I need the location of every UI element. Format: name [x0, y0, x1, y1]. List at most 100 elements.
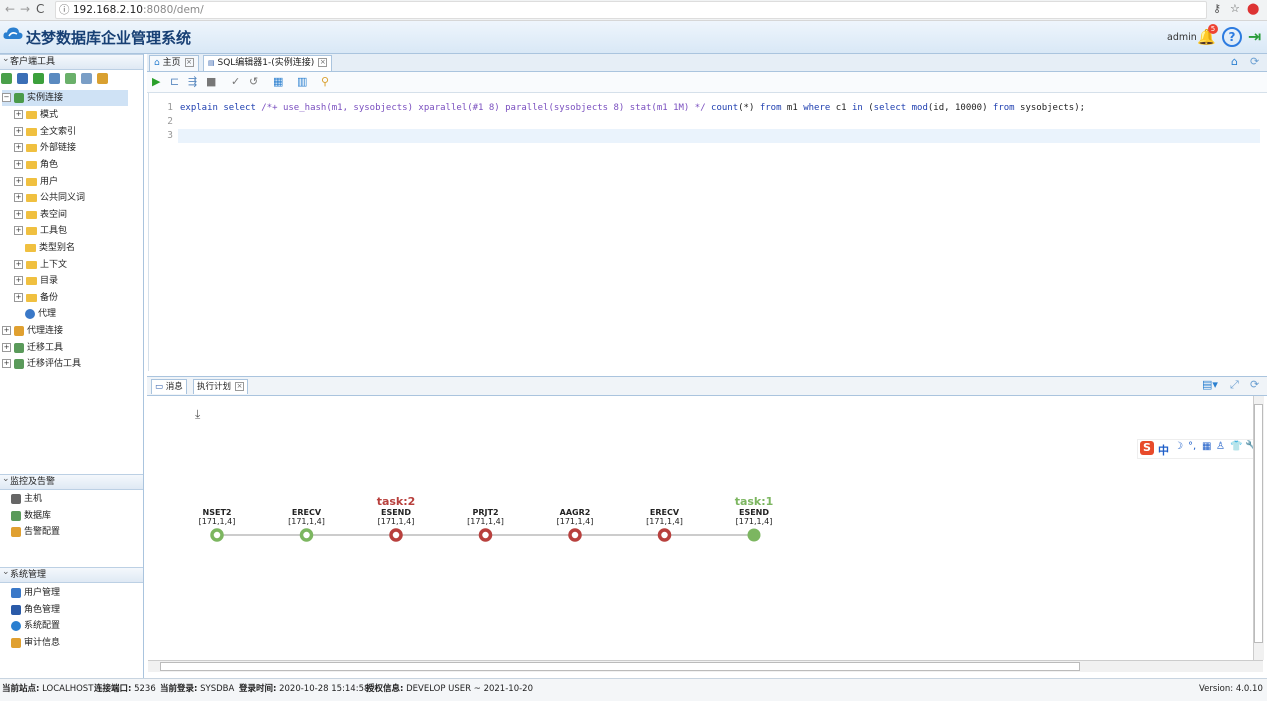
- refresh-icon[interactable]: [97, 73, 108, 84]
- tree-item-synonym[interactable]: + 公共同义词: [14, 190, 85, 206]
- ime-mode[interactable]: 中: [1158, 442, 1169, 458]
- back-icon[interactable]: ←: [5, 2, 15, 16]
- tree-item-package[interactable]: + 工具包: [14, 223, 67, 239]
- plan-node-erecv[interactable]: ERECV [171,1,4]: [277, 509, 337, 527]
- system-header[interactable]: 系统管理: [0, 565, 143, 583]
- refresh-icon[interactable]: ⟳: [1250, 55, 1259, 68]
- search-object-icon[interactable]: ⚲: [321, 75, 329, 89]
- forward-icon[interactable]: →: [20, 2, 30, 16]
- expand-icon[interactable]: +: [14, 110, 23, 119]
- tree-item-agent-connection[interactable]: + 代理连接: [2, 323, 63, 339]
- tab-home[interactable]: ⌂ 主页 ×: [149, 55, 199, 71]
- expand-icon[interactable]: +: [2, 326, 11, 335]
- expand-icon[interactable]: +: [14, 160, 23, 169]
- tree-item-directory[interactable]: + 目录: [14, 273, 58, 289]
- plan-node-marker[interactable]: [210, 528, 224, 542]
- tree-item-migration-eval[interactable]: + 迁移评估工具: [2, 356, 81, 372]
- refresh-icon[interactable]: ⟳: [1250, 378, 1259, 391]
- db-icon[interactable]: [49, 73, 60, 84]
- tree-item-type-alias[interactable]: 类型别名: [25, 240, 75, 256]
- format-icon[interactable]: ▦: [273, 75, 283, 89]
- close-icon[interactable]: ×: [235, 382, 245, 391]
- monitor-item-host[interactable]: 主机: [11, 491, 42, 507]
- expand-icon[interactable]: +: [14, 143, 23, 152]
- info-icon[interactable]: ⓘ: [59, 2, 70, 18]
- tree-item-backup[interactable]: + 备份: [14, 290, 58, 306]
- plan-node-marker[interactable]: [568, 528, 582, 542]
- plan-node-esend[interactable]: ESEND [171,1,4]: [366, 509, 426, 527]
- collapse-icon[interactable]: −: [2, 93, 11, 102]
- expand-icon[interactable]: +: [14, 226, 23, 235]
- expand-icon[interactable]: +: [14, 293, 23, 302]
- explain-icon[interactable]: ⇶: [188, 75, 197, 89]
- stop-icon[interactable]: ■: [206, 75, 216, 89]
- close-icon[interactable]: ×: [318, 58, 328, 67]
- db-add-icon[interactable]: [65, 73, 76, 84]
- plan-node-marker[interactable]: [747, 528, 761, 542]
- expand-icon[interactable]: +: [14, 177, 23, 186]
- tree-item-agent[interactable]: 代理: [25, 306, 56, 322]
- run-icon[interactable]: ▶: [152, 75, 160, 89]
- tree-item-schema[interactable]: + 模式: [14, 107, 58, 123]
- expand-icon[interactable]: +: [14, 127, 23, 136]
- plan-node-marker[interactable]: [389, 528, 403, 542]
- expand-icon[interactable]: +: [14, 193, 23, 202]
- system-item-role-mgmt[interactable]: 角色管理: [11, 602, 60, 618]
- tree-item-external-link[interactable]: + 外部链接: [14, 140, 76, 156]
- user-icon[interactable]: ♙: [1216, 441, 1225, 452]
- star-icon[interactable]: ☆: [1230, 2, 1240, 15]
- monitor-item-alert-config[interactable]: 告警配置: [11, 524, 60, 540]
- plan-node-prjt2[interactable]: PRJT2 [171,1,4]: [456, 509, 516, 527]
- db-remove-icon[interactable]: [81, 73, 92, 84]
- tree-item-role[interactable]: + 角色: [14, 157, 58, 173]
- ime-logo-icon[interactable]: S: [1140, 441, 1154, 455]
- horizontal-scroll-thumb[interactable]: [160, 662, 1080, 671]
- monitor-item-database[interactable]: 数据库: [11, 508, 51, 524]
- address-bar[interactable]: ⓘ 192.168.2.10:8080/dem/: [55, 1, 1207, 19]
- punctuation-icon[interactable]: °,: [1188, 441, 1196, 452]
- expand-icon[interactable]: +: [14, 210, 23, 219]
- expand-icon[interactable]: +: [14, 260, 23, 269]
- new-connection-icon[interactable]: [1, 73, 12, 84]
- expand-icon[interactable]: +: [2, 343, 11, 352]
- expand-icon[interactable]: +: [14, 276, 23, 285]
- close-icon[interactable]: ×: [184, 58, 194, 67]
- maximize-icon[interactable]: ⤢: [1230, 378, 1239, 392]
- logout-icon[interactable]: ⇥: [1248, 27, 1261, 46]
- tab-plan[interactable]: 执行计划 ×: [193, 379, 249, 394]
- tree-root-instance[interactable]: − 实例连接: [2, 90, 128, 106]
- expand-icon[interactable]: +: [2, 359, 11, 368]
- vertical-scroll-thumb[interactable]: [1254, 404, 1263, 643]
- sql-icon[interactable]: [17, 73, 28, 84]
- help-icon[interactable]: ?: [1222, 27, 1242, 47]
- system-item-config[interactable]: 系统配置: [11, 618, 60, 634]
- plan-node-nset2[interactable]: NSET2 [171,1,4]: [187, 509, 247, 527]
- tree-item-tablespace[interactable]: + 表空间: [14, 207, 67, 223]
- plan-menu-icon[interactable]: ▤▾: [1202, 378, 1218, 391]
- step-icon[interactable]: ⊏: [170, 75, 179, 89]
- system-item-user-mgmt[interactable]: 用户管理: [11, 585, 60, 601]
- tree-item-fulltext[interactable]: + 全文索引: [14, 124, 76, 140]
- tree-item-context[interactable]: + 上下文: [14, 257, 67, 273]
- tree-icon[interactable]: [33, 73, 44, 84]
- tab-messages[interactable]: ▭ 消息: [151, 379, 187, 394]
- commit-icon[interactable]: ✓: [231, 75, 240, 89]
- tree-item-user[interactable]: + 用户: [14, 174, 58, 190]
- plan-node-marker[interactable]: [478, 528, 493, 542]
- monitor-header[interactable]: 监控及告警: [0, 472, 143, 490]
- moon-icon[interactable]: ☽: [1174, 441, 1183, 452]
- reload-icon[interactable]: C: [36, 2, 44, 16]
- skin-icon[interactable]: 👕: [1230, 441, 1242, 452]
- tab-sql-editor[interactable]: ▤ SQL编辑器1-(实例连接) ×: [203, 55, 333, 71]
- extension-icon[interactable]: ⬤: [1247, 2, 1259, 15]
- home-icon[interactable]: ⌂: [1231, 55, 1238, 68]
- key-icon[interactable]: ⚷: [1213, 2, 1221, 15]
- history-icon[interactable]: ▥: [297, 75, 307, 89]
- rollback-icon[interactable]: ↺: [249, 75, 258, 89]
- tree-item-migration[interactable]: + 迁移工具: [2, 340, 63, 356]
- system-item-audit[interactable]: 审计信息: [11, 635, 60, 651]
- client-tools-header[interactable]: 客户端工具: [0, 52, 143, 70]
- plan-node-esend[interactable]: ESEND [171,1,4]: [724, 509, 784, 527]
- plan-node-marker[interactable]: [299, 528, 314, 542]
- sql-code[interactable]: explain select /*+ use_hash(m1, sysobjec…: [180, 101, 1085, 115]
